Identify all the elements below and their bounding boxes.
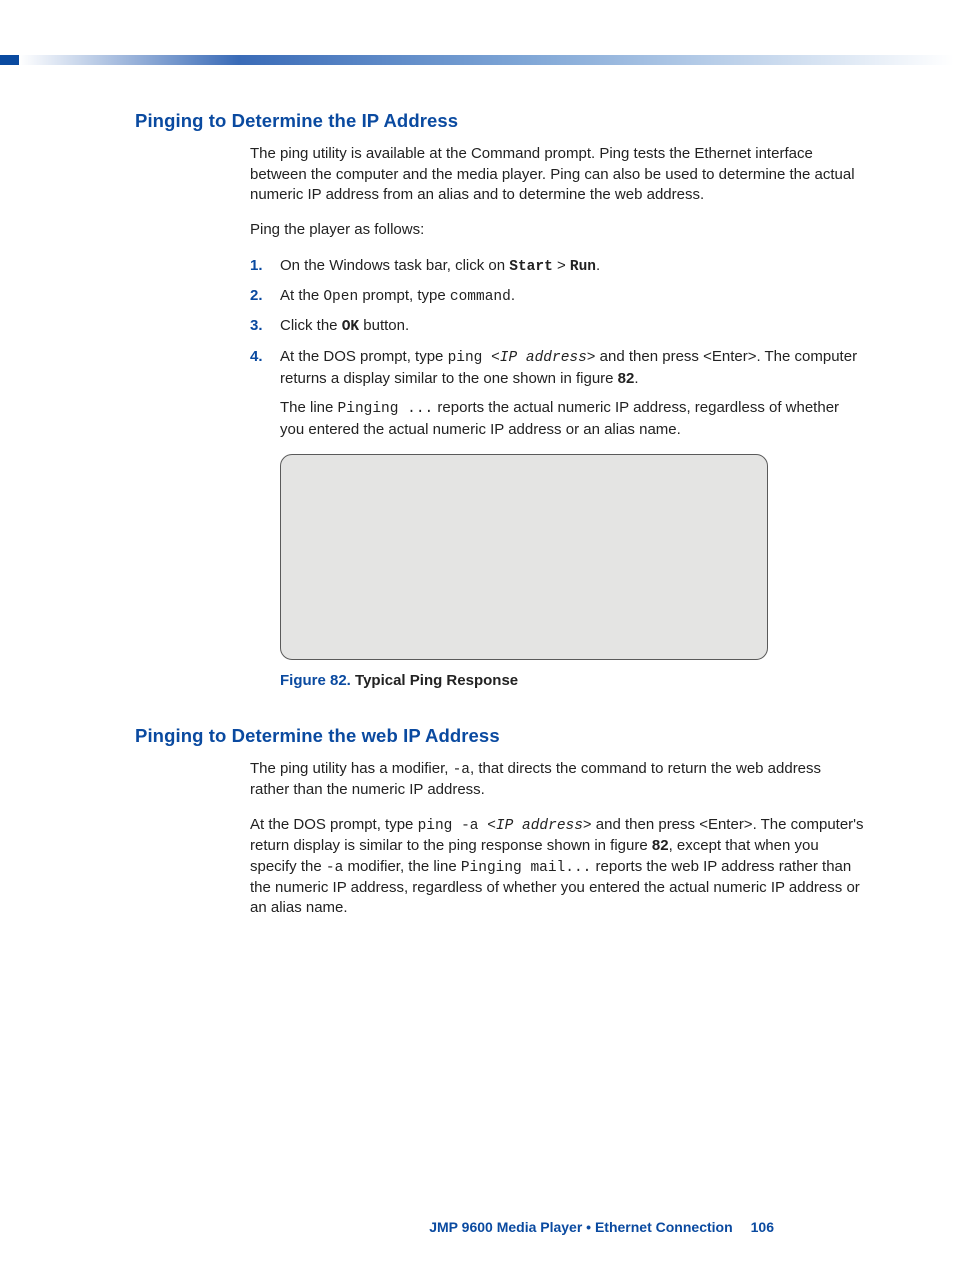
ip-placeholder: <IP address> (491, 350, 595, 366)
pinging-mail-label: Pinging mail... (461, 860, 592, 876)
section-2-body: The ping utility has a modifier, -a, tha… (250, 759, 864, 919)
ping-a-cmd: ping -a (418, 818, 488, 834)
figure-title: Typical Ping Response (351, 672, 518, 689)
ip-placeholder: <IP address> (487, 818, 591, 834)
step-text: button. (359, 317, 409, 334)
header-strip (0, 55, 954, 65)
pinging-label: Pinging ... (338, 401, 434, 417)
heading-section-2: Pinging to Determine the web IP Address (135, 725, 864, 747)
body-text: The ping utility has a modifier, (250, 760, 453, 777)
sec2-para1: The ping utility has a modifier, -a, tha… (250, 759, 864, 801)
footer-page-number: 106 (751, 1219, 774, 1235)
step-1: On the Windows task bar, click on Start … (250, 255, 864, 277)
step-4: At the DOS prompt, type ping <IP address… (250, 346, 864, 441)
step-text: . (634, 370, 638, 387)
footer-title: JMP 9600 Media Player • Ethernet Connect… (429, 1219, 732, 1235)
page-content: Pinging to Determine the IP Address The … (0, 65, 954, 1275)
step-text: At the DOS prompt, type (280, 348, 448, 365)
steps-list: On the Windows task bar, click on Start … (250, 255, 864, 440)
step-text: The line (280, 399, 338, 416)
step-text: Click the (280, 317, 342, 334)
ok-label: OK (342, 319, 359, 335)
figure-82-caption: Figure 82. Typical Ping Response (280, 672, 864, 689)
step-text: > (553, 257, 570, 274)
step-text: . (511, 287, 515, 304)
sec2-para2: At the DOS prompt, type ping -a <IP addr… (250, 815, 864, 919)
body-text: modifier, the line (343, 858, 461, 875)
step-text: . (596, 257, 600, 274)
step-4-sub: The line Pinging ... reports the actual … (280, 397, 864, 440)
figure-ref: 82 (652, 837, 669, 854)
body-text: At the DOS prompt, type (250, 816, 418, 833)
command-label: command (450, 289, 511, 305)
figure-82-placeholder (280, 454, 768, 660)
step-3: Click the OK button. (250, 315, 864, 337)
flag-a: -a (453, 762, 470, 778)
intro-paragraph: The ping utility is available at the Com… (250, 144, 864, 206)
heading-section-1: Pinging to Determine the IP Address (135, 110, 864, 132)
figure-ref: 82 (618, 370, 635, 387)
step-text: On the Windows task bar, click on (280, 257, 509, 274)
step-2: At the Open prompt, type command. (250, 285, 864, 307)
figure-label: Figure 82. (280, 672, 351, 689)
step-text: prompt, type (358, 287, 450, 304)
start-label: Start (509, 259, 553, 275)
step-text: At the (280, 287, 323, 304)
ping-cmd: ping (448, 350, 492, 366)
open-label: Open (323, 289, 358, 305)
lead-paragraph: Ping the player as follows: (250, 220, 864, 241)
page-footer: JMP 9600 Media Player • Ethernet Connect… (135, 1219, 864, 1235)
flag-a: -a (326, 860, 343, 876)
section-1-body: The ping utility is available at the Com… (250, 144, 864, 689)
run-label: Run (570, 259, 596, 275)
